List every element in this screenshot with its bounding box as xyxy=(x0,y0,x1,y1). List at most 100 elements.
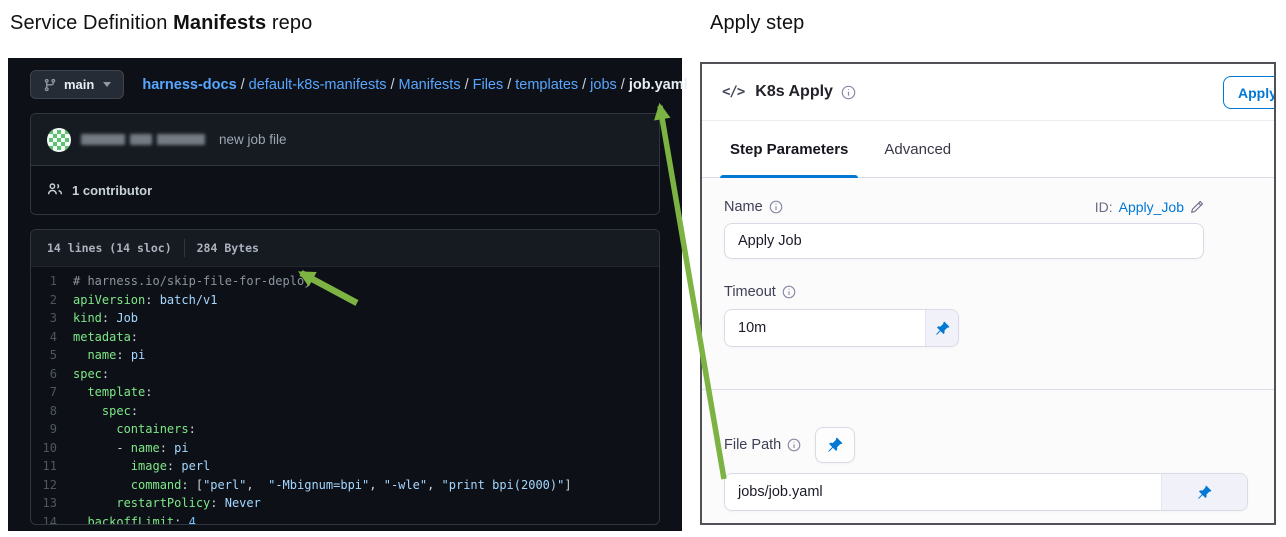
code-line: 8 spec: xyxy=(31,402,659,421)
name-field-row: Name ID: Apply_Job xyxy=(724,199,1204,215)
commit-message[interactable]: new job file xyxy=(219,132,287,147)
line-number[interactable]: 5 xyxy=(31,346,73,365)
breadcrumb-separator: / xyxy=(390,76,395,93)
step-panel-header: </> K8s Apply Apply xyxy=(702,64,1274,121)
breadcrumb-segment[interactable]: jobs xyxy=(590,77,617,93)
code-line-content: - name: pi xyxy=(73,440,189,455)
code-step-icon: </> xyxy=(722,84,745,100)
github-file-panel: main harness-docs / default-k8s-manifests /… xyxy=(8,58,688,531)
line-number[interactable]: 3 xyxy=(31,309,73,328)
timeout-input[interactable]: 10m xyxy=(725,310,925,346)
breadcrumb-segment[interactable]: Files xyxy=(473,77,504,93)
file-lines-stat: 14 lines (14 sloc) xyxy=(47,241,172,255)
name-input[interactable]: Apply Job xyxy=(724,223,1204,259)
line-number[interactable]: 2 xyxy=(31,291,73,310)
avatar[interactable] xyxy=(47,127,71,152)
info-icon[interactable] xyxy=(787,438,801,452)
code-line: 2 apiVersion: batch/v1 xyxy=(31,291,659,310)
line-number[interactable]: 6 xyxy=(31,365,73,384)
code-line-content: template: xyxy=(87,385,153,399)
file-path-input-group: jobs/job.yaml xyxy=(724,473,1248,511)
code-line-content: spec: xyxy=(101,403,139,418)
code-line-content: # harness.io/skip-file-for-deploy xyxy=(73,274,312,288)
line-number[interactable]: 7 xyxy=(31,383,73,402)
breadcrumb-separator: / xyxy=(507,76,512,93)
breadcrumb-separator: / xyxy=(240,76,245,93)
line-number[interactable]: 12 xyxy=(31,476,73,495)
timeout-pin-toggle[interactable] xyxy=(925,310,958,346)
contributors-label: 1 contributor xyxy=(72,182,153,198)
step-parameters-body: Name ID: Apply_Job Apply Job Timeout 10m xyxy=(702,178,1274,523)
contributors-row[interactable]: 1 contributor xyxy=(31,165,659,214)
branch-name: main xyxy=(64,77,95,92)
tab-advanced[interactable]: Advanced xyxy=(884,121,951,177)
code-line: 6 spec: xyxy=(31,365,659,384)
breadcrumb: harness-docs / default-k8s-manifests / Manif… xyxy=(142,77,687,93)
people-icon xyxy=(47,181,63,200)
edit-pencil-icon[interactable] xyxy=(1190,200,1204,214)
code-line: 1 # harness.io/skip-file-for-deploy xyxy=(31,272,659,291)
line-number[interactable]: 8 xyxy=(31,402,73,421)
code-line: 12 command: ["perl", "-Mbignum=bpi", "-w… xyxy=(31,476,659,495)
file-path-pin-toggle[interactable] xyxy=(1161,474,1247,510)
info-icon[interactable] xyxy=(769,200,783,214)
code-line-content: kind: Job xyxy=(73,311,139,325)
line-number[interactable]: 1 xyxy=(31,272,73,291)
step-id-chunk: ID: Apply_Job xyxy=(1095,199,1204,215)
code-line: 5 name: pi xyxy=(31,346,659,365)
file-content-box: 14 lines (14 sloc) 284 Bytes 1 # harness.… xyxy=(30,229,660,525)
line-number[interactable]: 11 xyxy=(31,457,73,476)
branch-selector[interactable]: main xyxy=(30,70,125,99)
info-icon[interactable] xyxy=(841,85,856,100)
code-line-content: apiVersion: batch/v1 xyxy=(73,292,218,307)
code-line-content: backoffLimit: 4 xyxy=(87,514,196,525)
code-line-content: restartPolicy: Never xyxy=(116,496,261,510)
breadcrumb-separator: / xyxy=(582,76,587,93)
chevron-down-icon xyxy=(103,82,112,87)
line-number[interactable]: 9 xyxy=(31,420,73,439)
stat-divider xyxy=(183,239,185,257)
line-number[interactable]: 13 xyxy=(31,494,73,513)
pin-icon xyxy=(935,321,949,335)
file-path-label: File Path xyxy=(724,437,801,453)
code-line-content: command: ["perl", "-Mbignum=bpi", "-wle"… xyxy=(130,477,572,492)
step-title: K8s Apply xyxy=(755,83,833,100)
code-lines: 1 # harness.io/skip-file-for-deploy 2 apiVe… xyxy=(31,267,659,525)
redacted-commit-author xyxy=(81,134,205,145)
line-number[interactable]: 14 xyxy=(31,513,73,525)
code-line-content: spec: xyxy=(73,366,110,381)
timeout-label: Timeout xyxy=(724,284,796,300)
line-number[interactable]: 10 xyxy=(31,439,73,458)
github-topbar: main harness-docs / default-k8s-manifests /… xyxy=(8,58,688,107)
breadcrumb-segment[interactable]: templates xyxy=(515,77,578,93)
left-title-bold: Manifests xyxy=(173,12,267,34)
id-prefix-label: ID: xyxy=(1094,199,1113,215)
apply-changes-button[interactable]: Apply xyxy=(1223,76,1274,109)
file-size-stat: 284 Bytes xyxy=(196,241,259,255)
step-id-link[interactable]: Apply_Job xyxy=(1119,199,1184,215)
right-section-title: Apply step xyxy=(710,12,805,34)
timeout-input-group: 10m xyxy=(724,309,959,347)
pin-icon xyxy=(1198,485,1212,499)
step-tabbar: Step Parameters Advanced xyxy=(702,121,1274,178)
breadcrumb-segment[interactable]: harness-docs xyxy=(142,77,236,93)
line-number[interactable]: 4 xyxy=(31,328,73,347)
info-icon[interactable] xyxy=(782,285,796,299)
latest-commit-box: new job file 1 contributor xyxy=(30,113,660,215)
breadcrumb-segment[interactable]: Manifests xyxy=(399,77,461,93)
file-path-pin-button[interactable] xyxy=(815,427,856,463)
name-label: Name xyxy=(724,199,783,215)
tab-step-parameters[interactable]: Step Parameters xyxy=(719,121,859,178)
breadcrumb-segment[interactable]: default-k8s-manifests xyxy=(249,77,387,93)
code-line-content: containers: xyxy=(116,422,196,436)
file-path-row: File Path xyxy=(724,427,1252,463)
file-path-input[interactable]: jobs/job.yaml xyxy=(725,474,1161,510)
code-line: 4 metadata: xyxy=(31,328,659,347)
code-line: 14 backoffLimit: 4 xyxy=(31,513,659,525)
code-line-content: image: perl xyxy=(130,459,211,473)
code-line: 3 kind: Job xyxy=(31,309,659,328)
section-divider xyxy=(702,389,1274,390)
code-line: 11 image: perl xyxy=(31,457,659,476)
file-stats-bar: 14 lines (14 sloc) 284 Bytes xyxy=(31,230,659,267)
breadcrumb-current-file: job.yaml xyxy=(628,76,688,93)
